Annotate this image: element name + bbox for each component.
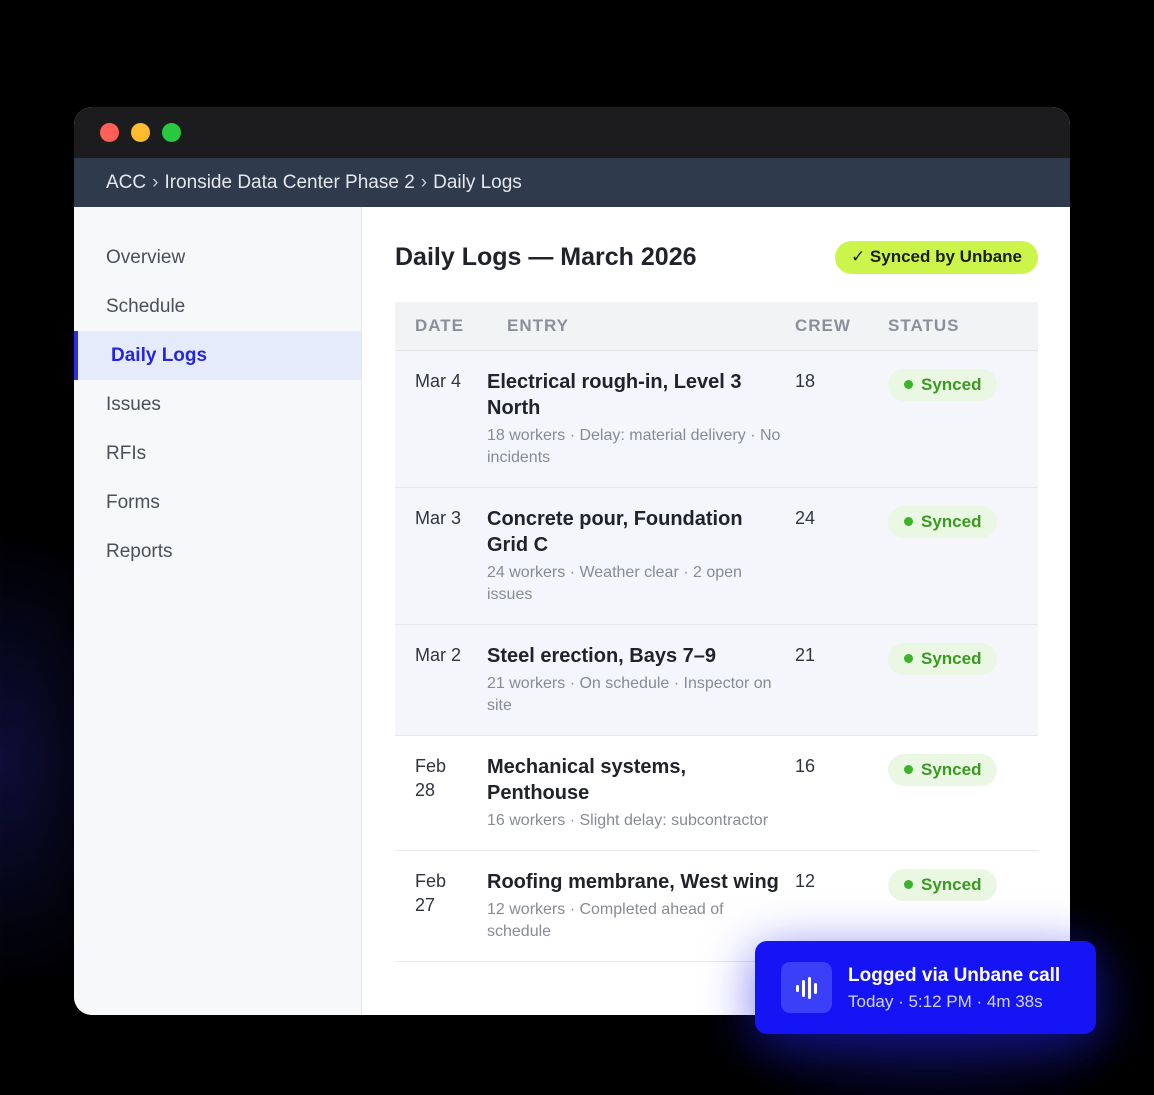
maximize-window-button[interactable]: [162, 123, 181, 142]
row-date: Feb 28: [415, 755, 447, 800]
row-entry: Mechanical systems, Penthouse 16 workers…: [487, 735, 795, 850]
title-bar: [74, 107, 1070, 158]
status-label: Synced: [921, 374, 982, 394]
entry-title[interactable]: Concrete pour, Foundation Grid C: [487, 506, 789, 558]
sidebar-item-issues[interactable]: Issues: [74, 380, 361, 429]
sidebar-item-overview[interactable]: Overview: [74, 233, 361, 282]
status-dot-icon: [904, 765, 913, 774]
row-crew: 16: [795, 755, 816, 776]
status-label: Synced: [921, 511, 982, 531]
entry-meta: 12 workers · Completed ahead of schedule: [487, 900, 724, 940]
synced-badge: ✓ Synced by Unbane: [834, 240, 1038, 274]
column-header-crew[interactable]: CREW: [795, 302, 888, 351]
table-row[interactable]: Mar 2 Steel erection, Bays 7–9 21 worker…: [395, 624, 1038, 735]
status-label: Synced: [921, 759, 982, 779]
column-header-status[interactable]: STATUS: [888, 302, 1038, 351]
minimize-window-button[interactable]: [131, 123, 150, 142]
status-badge: Synced: [888, 368, 998, 401]
row-crew: 24: [795, 507, 816, 528]
entry-meta: 16 workers · Slight delay: subcontractor: [487, 811, 769, 829]
row-status: Synced: [888, 735, 1038, 850]
breadcrumb-item-current: Daily Logs: [433, 171, 522, 193]
call-log-toast[interactable]: Logged via Unbane call Today · 5:12 PM ·…: [755, 941, 1096, 1034]
main-panel: Daily Logs — March 2026 ✓ Synced by Unba…: [362, 207, 1070, 1015]
row-date: Mar 4: [415, 370, 462, 391]
entry-meta: 21 workers · On schedule · Inspector on …: [487, 674, 772, 714]
toast-subtitle: Today · 5:12 PM · 4m 38s: [848, 991, 1043, 1011]
row-date: Feb 27: [415, 870, 447, 915]
sidebar-item-rfis[interactable]: RFIs: [74, 429, 361, 478]
table-row[interactable]: Mar 3 Concrete pour, Foundation Grid C 2…: [395, 487, 1038, 624]
breadcrumb-separator: ›: [152, 171, 159, 193]
row-entry: Roofing membrane, West wing 12 workers ·…: [487, 850, 795, 961]
column-header-entry[interactable]: ENTRY: [487, 302, 795, 351]
toast-title: Logged via Unbane call: [848, 964, 1061, 986]
status-label: Synced: [921, 874, 982, 894]
app-window: ACC › Ironside Data Center Phase 2 › Dai…: [74, 107, 1070, 1015]
daily-logs-table: DATE ENTRY CREW STATUS Mar 4 Electrical …: [395, 302, 1038, 962]
status-badge: Synced: [888, 505, 998, 538]
entry-title[interactable]: Mechanical systems, Penthouse: [487, 754, 789, 806]
column-header-date[interactable]: DATE: [395, 302, 487, 351]
status-dot-icon: [904, 380, 913, 389]
page-title: Daily Logs — March 2026: [395, 242, 697, 271]
sidebar-item-reports[interactable]: Reports: [74, 527, 361, 576]
status-badge: Synced: [888, 868, 998, 901]
status-label: Synced: [921, 648, 982, 668]
audio-waveform-icon: [781, 962, 832, 1013]
entry-title[interactable]: Roofing membrane, West wing: [487, 869, 789, 895]
status-badge: Synced: [888, 753, 998, 786]
row-entry: Electrical rough-in, Level 3 North 18 wo…: [487, 350, 795, 487]
row-crew: 21: [795, 644, 816, 665]
table-row[interactable]: Feb 28 Mechanical systems, Penthouse 16 …: [395, 735, 1038, 850]
entry-title[interactable]: Electrical rough-in, Level 3 North: [487, 369, 789, 421]
breadcrumb-item-project[interactable]: Ironside Data Center Phase 2: [164, 172, 414, 194]
row-date: Mar 2: [415, 644, 462, 665]
status-dot-icon: [904, 654, 913, 663]
breadcrumb-separator: ›: [420, 171, 428, 193]
row-status: Synced: [888, 487, 1038, 624]
row-date: Mar 3: [415, 507, 462, 528]
sidebar: Overview Schedule Daily Logs Issues RFIs…: [74, 207, 362, 1015]
entry-meta: 18 workers · Delay: material delivery · …: [487, 426, 781, 466]
close-window-button[interactable]: [100, 123, 119, 142]
sidebar-item-forms[interactable]: Forms: [74, 478, 361, 527]
breadcrumb-item-acc[interactable]: ACC: [106, 172, 146, 194]
status-dot-icon: [904, 880, 913, 889]
status-dot-icon: [904, 517, 913, 526]
row-entry: Steel erection, Bays 7–9 21 workers · On…: [487, 624, 795, 735]
table-row[interactable]: Mar 4 Electrical rough-in, Level 3 North…: [395, 350, 1038, 487]
row-entry: Concrete pour, Foundation Grid C 24 work…: [487, 487, 795, 624]
row-status: Synced: [888, 350, 1038, 487]
entry-meta: 24 workers · Weather clear · 2 open issu…: [487, 563, 742, 603]
sidebar-item-schedule[interactable]: Schedule: [74, 282, 361, 331]
status-badge: Synced: [888, 642, 998, 675]
sidebar-item-daily-logs[interactable]: Daily Logs: [74, 331, 361, 380]
row-crew: 18: [795, 370, 816, 391]
breadcrumb: ACC › Ironside Data Center Phase 2 › Dai…: [74, 158, 1070, 207]
entry-title[interactable]: Steel erection, Bays 7–9: [487, 643, 789, 669]
table-header-row: DATE ENTRY CREW STATUS: [395, 302, 1038, 351]
row-status: Synced: [888, 624, 1038, 735]
